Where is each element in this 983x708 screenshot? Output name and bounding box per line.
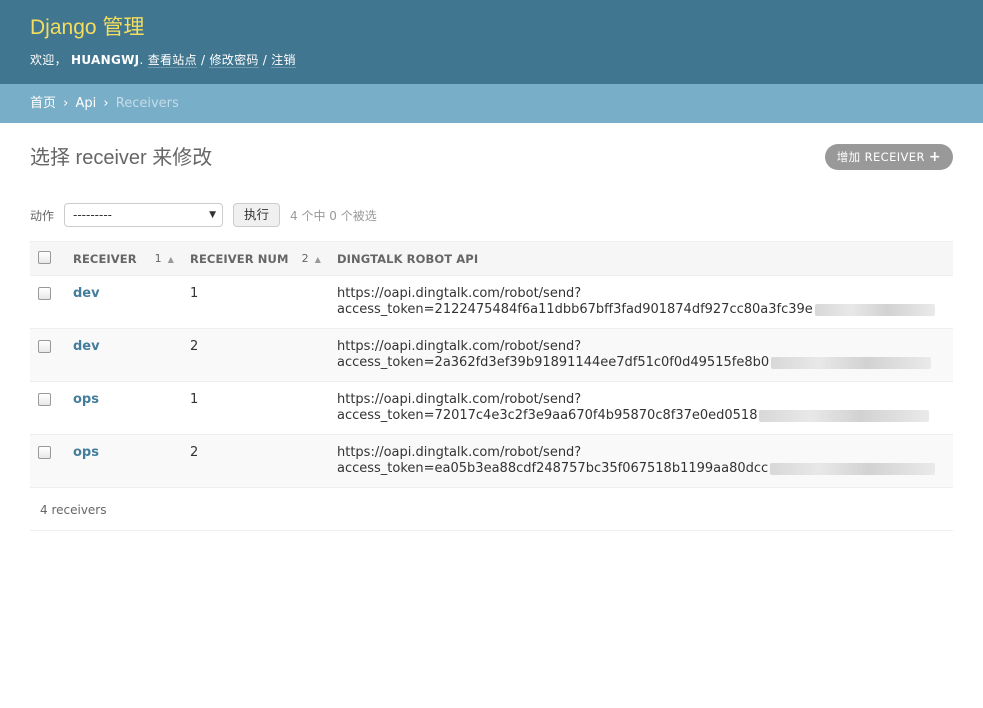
plus-icon: + bbox=[928, 149, 941, 165]
user-tools-separator: / bbox=[196, 53, 210, 67]
page-title: 选择 receiver 来修改 bbox=[30, 147, 213, 169]
object-tools: 增加 RECEIVER + bbox=[824, 144, 953, 170]
user-tools-separator: / bbox=[258, 53, 272, 67]
paginator: 4 receivers bbox=[30, 488, 953, 531]
api-cell: https://oapi.dingtalk.com/robot/send? ac… bbox=[329, 328, 953, 382]
main-content: 选择 receiver 来修改 增加 RECEIVER + 动作 --------… bbox=[0, 123, 983, 531]
row-select-cell bbox=[30, 434, 65, 488]
api-token-text: access_token=ea05b3ea88cdf248757bc35f067… bbox=[337, 461, 769, 476]
sort-priority: 1 bbox=[154, 251, 162, 265]
row-select-cell bbox=[30, 328, 65, 382]
breadcrumb-current: Receivers bbox=[115, 96, 179, 111]
row-checkbox[interactable] bbox=[38, 393, 51, 406]
api-url: https://oapi.dingtalk.com/robot/send? bbox=[337, 286, 582, 301]
add-receiver-button[interactable]: 增加 RECEIVER + bbox=[824, 144, 953, 170]
view-site-link[interactable]: 查看站点 bbox=[147, 53, 197, 68]
column-header-api[interactable]: DINGTALK ROBOT API bbox=[329, 241, 953, 276]
user-tools: 欢迎， HUANGWJ. 查看站点 / 修改密码 / 注销 bbox=[30, 51, 953, 68]
action-select[interactable]: --------- ▼ bbox=[64, 203, 224, 227]
receiver-link[interactable]: ops bbox=[73, 392, 99, 407]
username: HUANGWJ bbox=[71, 53, 140, 67]
api-token: access_token=2a362fd3ef39b91891144ee7df5… bbox=[337, 355, 945, 371]
receiver-link[interactable]: dev bbox=[73, 286, 100, 301]
row-checkbox[interactable] bbox=[38, 340, 51, 353]
api-url: https://oapi.dingtalk.com/robot/send? bbox=[337, 392, 582, 407]
column-header-receiver-num[interactable]: RECEIVER NUM 2 ▲ bbox=[182, 241, 329, 276]
redacted-blur bbox=[770, 462, 936, 475]
api-url: https://oapi.dingtalk.com/robot/send? bbox=[337, 339, 582, 354]
logout-link[interactable]: 注销 bbox=[271, 53, 296, 68]
actions-label: 动作 bbox=[30, 208, 55, 223]
receiver-num-cell: 1 bbox=[182, 275, 329, 329]
row-checkbox[interactable] bbox=[38, 287, 51, 300]
api-token: access_token=2122475484f6a11dbb67bff3fad… bbox=[337, 302, 945, 318]
receiver-link[interactable]: dev bbox=[73, 339, 100, 354]
breadcrumb-separator: › bbox=[63, 96, 69, 111]
receiver-cell: dev bbox=[65, 328, 182, 382]
api-cell: https://oapi.dingtalk.com/robot/send? ac… bbox=[329, 381, 953, 435]
row-checkbox[interactable] bbox=[38, 446, 51, 459]
column-header-label: RECEIVER NUM bbox=[190, 251, 289, 266]
change-password-link[interactable]: 修改密码 bbox=[209, 53, 259, 68]
receiver-num-cell: 1 bbox=[182, 381, 329, 435]
breadcrumb: 首页 › Api › Receivers bbox=[0, 84, 983, 123]
receiver-link[interactable]: ops bbox=[73, 445, 99, 460]
breadcrumb-app[interactable]: Api bbox=[76, 96, 97, 111]
add-receiver-label: 增加 RECEIVER bbox=[836, 150, 925, 164]
sort-indicator[interactable]: 1 ▲ bbox=[155, 252, 174, 265]
row-select-cell bbox=[30, 275, 65, 329]
results-table: RECEIVER 1 ▲ RECEIVER NUM 2 ▲ DINGTALK ROB… bbox=[30, 241, 953, 488]
api-token: access_token=ea05b3ea88cdf248757bc35f067… bbox=[337, 461, 945, 477]
receiver-cell: ops bbox=[65, 381, 182, 435]
receiver-num-cell: 2 bbox=[182, 328, 329, 382]
row-select-cell bbox=[30, 381, 65, 435]
api-cell: https://oapi.dingtalk.com/robot/send? ac… bbox=[329, 434, 953, 488]
redacted-blur bbox=[759, 409, 930, 422]
header: Django 管理 欢迎， HUANGWJ. 查看站点 / 修改密码 / 注销 bbox=[0, 0, 983, 84]
actions-bar: 动作 --------- ▼ 执行 4 个中 0 个被选 bbox=[30, 203, 953, 227]
welcome-text: 欢迎， bbox=[30, 53, 67, 67]
sort-ascending-icon: ▲ bbox=[167, 254, 174, 264]
redacted-blur bbox=[814, 303, 935, 316]
column-header-receiver[interactable]: RECEIVER 1 ▲ bbox=[65, 241, 182, 276]
table-row: dev 2 https://oapi.dingtalk.com/robot/se… bbox=[30, 328, 953, 382]
breadcrumb-separator: › bbox=[103, 96, 109, 111]
site-branding[interactable]: Django 管理 bbox=[30, 14, 953, 42]
username-period: . bbox=[139, 53, 144, 67]
api-token-text: access_token=2122475484f6a11dbb67bff3fad… bbox=[337, 302, 813, 317]
action-select-value: --------- bbox=[73, 208, 112, 222]
receiver-num-cell: 2 bbox=[182, 434, 329, 488]
table-row: ops 1 https://oapi.dingtalk.com/robot/se… bbox=[30, 381, 953, 435]
receiver-cell: dev bbox=[65, 275, 182, 329]
go-button[interactable]: 执行 bbox=[233, 203, 281, 227]
api-token: access_token=72017c4e3c2f3e9aa670f4b9587… bbox=[337, 408, 945, 424]
table-row: dev 1 https://oapi.dingtalk.com/robot/se… bbox=[30, 275, 953, 329]
sort-priority: 2 bbox=[301, 251, 309, 265]
breadcrumb-home[interactable]: 首页 bbox=[30, 96, 56, 111]
select-all-header bbox=[30, 241, 65, 276]
sort-indicator[interactable]: 2 ▲ bbox=[302, 252, 321, 265]
redacted-blur bbox=[771, 356, 932, 369]
api-token-text: access_token=72017c4e3c2f3e9aa670f4b9587… bbox=[337, 408, 758, 423]
api-token-text: access_token=2a362fd3ef39b91891144ee7df5… bbox=[337, 355, 770, 370]
dropdown-arrow-icon: ▼ bbox=[209, 210, 217, 220]
api-cell: https://oapi.dingtalk.com/robot/send? ac… bbox=[329, 275, 953, 329]
selection-counter: 4 个中 0 个被选 bbox=[290, 208, 377, 223]
select-all-checkbox[interactable] bbox=[38, 251, 51, 264]
sort-ascending-icon: ▲ bbox=[314, 254, 321, 264]
api-url: https://oapi.dingtalk.com/robot/send? bbox=[337, 445, 582, 460]
receiver-cell: ops bbox=[65, 434, 182, 488]
table-row: ops 2 https://oapi.dingtalk.com/robot/se… bbox=[30, 434, 953, 488]
column-header-label: RECEIVER bbox=[73, 251, 137, 266]
